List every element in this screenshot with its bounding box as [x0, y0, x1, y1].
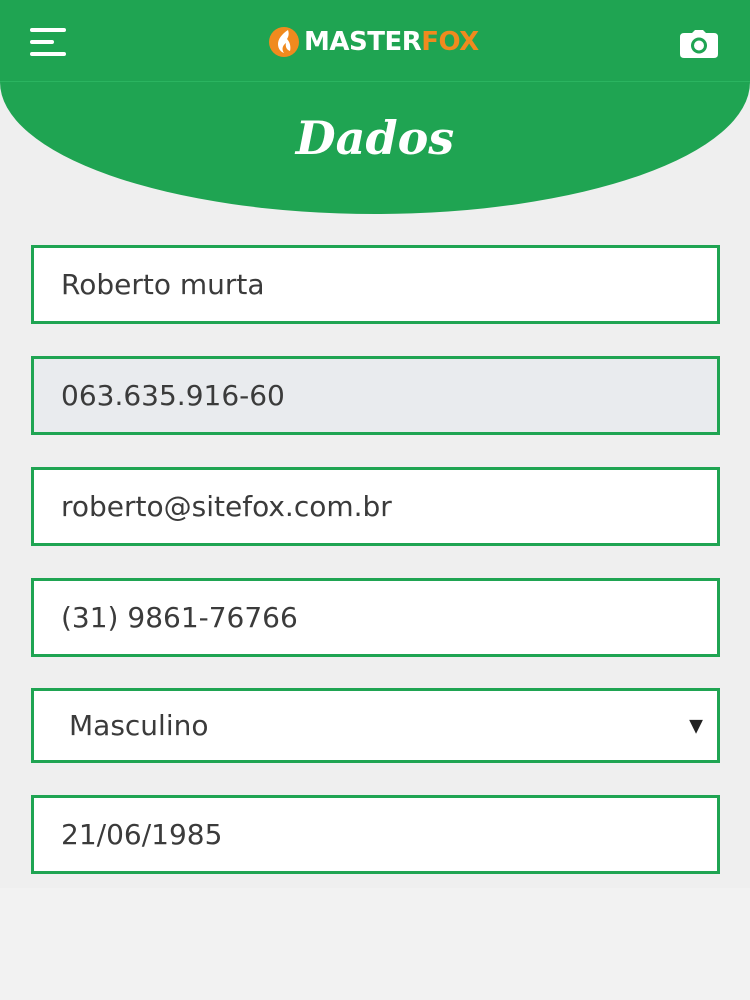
profile-page: MASTERFOX Dados Roberto murta 063.635.91… — [0, 0, 750, 1000]
hamburger-icon-line — [30, 52, 66, 56]
birthdate-field[interactable]: 21/06/1985 — [31, 795, 720, 874]
name-field[interactable]: Roberto murta — [31, 245, 720, 324]
cpf-field[interactable]: 063.635.916-60 — [31, 356, 720, 435]
dropdown-arrow-icon: ▼ — [689, 715, 703, 736]
camera-icon[interactable] — [680, 30, 718, 58]
hamburger-icon-line — [30, 40, 54, 44]
gender-select-value: Masculino — [69, 709, 209, 742]
logo-text-fox: FOX — [421, 27, 479, 57]
menu-button[interactable] — [30, 26, 70, 60]
email-field[interactable]: roberto@sitefox.com.br — [31, 467, 720, 546]
top-bar: MASTERFOX — [0, 0, 750, 82]
gender-select[interactable]: Masculino ▼ — [31, 688, 720, 763]
masterfox-logo[interactable]: MASTERFOX — [268, 24, 479, 60]
page-title: Dados — [295, 111, 455, 165]
phone-field[interactable]: (31) 9861-76766 — [31, 578, 720, 657]
page-footer-area — [0, 888, 750, 1000]
logo-text-master: MASTER — [304, 27, 422, 57]
fox-logo-icon — [269, 27, 299, 57]
hamburger-icon-line — [30, 28, 66, 32]
